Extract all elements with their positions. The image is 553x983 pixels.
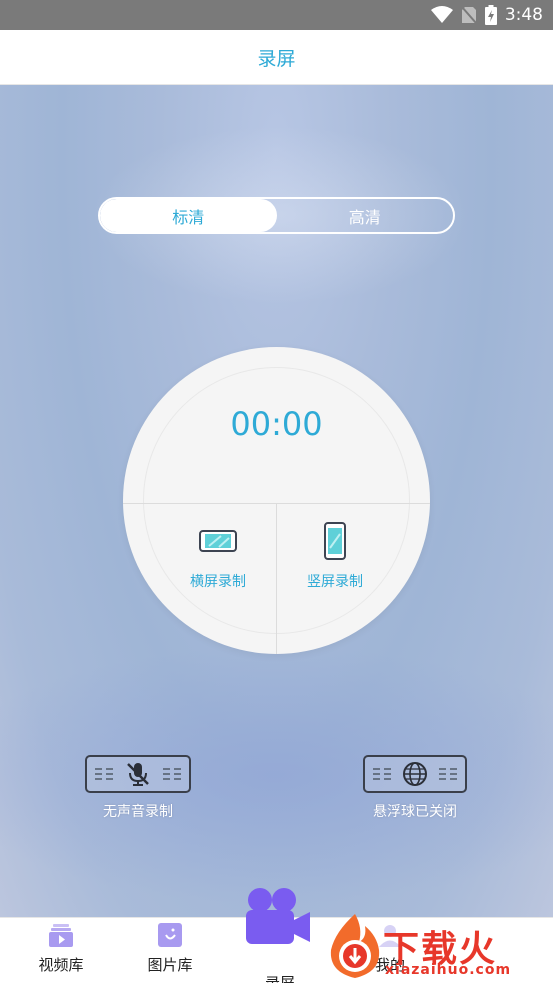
record-dial: 00:00 横屏录制 竖屏录制 (123, 347, 430, 654)
watermark-url: xiazaihuo.com (385, 962, 512, 978)
no-sim-icon (461, 6, 477, 24)
quality-toggle[interactable]: 标清 高清 (98, 197, 455, 234)
mute-toggle[interactable] (85, 755, 191, 793)
image-library-icon (158, 923, 182, 947)
camera-icon[interactable] (244, 886, 312, 948)
video-library-icon (49, 924, 73, 947)
watermark-logo: 下载火 xiazaihuo.com (325, 910, 553, 983)
portrait-phone-icon (324, 522, 346, 560)
battery-charging-icon (484, 5, 497, 25)
status-bar: 3:48 (0, 0, 553, 30)
nav-label-video-library: 视频库 (38, 956, 84, 974)
wifi-icon (430, 6, 453, 23)
nav-label-image-library: 图片库 (147, 956, 193, 974)
mute-record-option[interactable]: 无声音录制 (78, 755, 198, 821)
record-timer: 00:00 (230, 405, 323, 443)
floating-ball-toggle[interactable] (363, 755, 467, 793)
floating-ball-label: 悬浮球已关闭 (373, 804, 457, 820)
title-bar: 录屏 (0, 30, 553, 85)
landscape-record-button[interactable]: 横屏录制 (158, 521, 278, 591)
mic-off-icon (127, 763, 149, 786)
nav-item-video-library[interactable]: 视频库 (21, 922, 101, 975)
page-title: 录屏 (257, 47, 296, 70)
quality-option-sd[interactable]: 标清 (100, 199, 277, 232)
portrait-record-label: 竖屏录制 (307, 574, 363, 590)
portrait-record-button[interactable]: 竖屏录制 (275, 521, 395, 591)
floating-ball-option[interactable]: 悬浮球已关闭 (355, 755, 475, 821)
nav-item-image-library[interactable]: 图片库 (130, 922, 210, 975)
nav-item-record[interactable]: 录屏 (240, 966, 320, 983)
landscape-phone-icon (199, 530, 237, 552)
fire-logo-icon (330, 914, 380, 978)
quality-option-hd[interactable]: 高清 (277, 199, 454, 232)
landscape-record-label: 横屏录制 (190, 574, 246, 590)
mute-record-label: 无声音录制 (103, 804, 173, 820)
globe-icon (403, 762, 427, 786)
status-icons: 3:48 (430, 4, 543, 26)
recording-panel: 标清 高清 00:00 横屏录制 竖屏录制 无声音录制 悬浮球已关闭 (0, 85, 553, 917)
status-time: 3:48 (504, 5, 543, 25)
nav-label-record: 录屏 (264, 974, 295, 983)
